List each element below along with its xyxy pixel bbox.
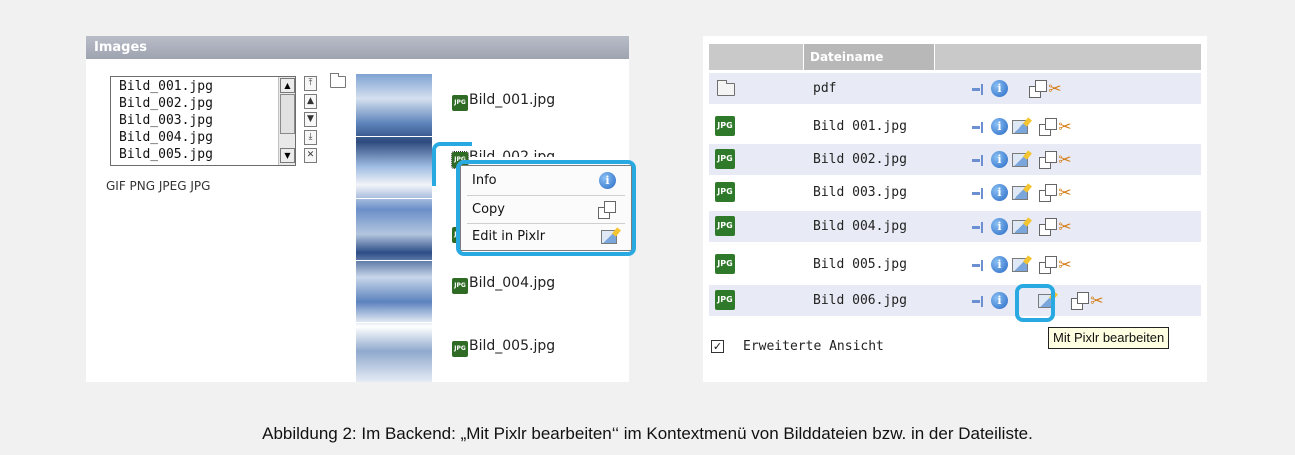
info-icon[interactable]: i: [991, 256, 1008, 273]
move-bottom-icon[interactable]: ⤓: [304, 130, 317, 145]
cut-icon[interactable]: ✂: [1047, 81, 1063, 97]
copy-icon[interactable]: [1039, 151, 1057, 169]
pixlr-edit-icon[interactable]: [1012, 220, 1028, 234]
pixlr-edit-icon[interactable]: [1012, 120, 1028, 134]
info-icon[interactable]: i: [991, 151, 1008, 168]
jpg-file-icon: JPG: [452, 95, 468, 111]
info-icon[interactable]: i: [991, 218, 1008, 235]
cut-icon[interactable]: ✂: [1057, 152, 1073, 168]
list-item[interactable]: Bild_003.jpg: [119, 113, 213, 128]
move-top-icon[interactable]: ⤒: [304, 76, 317, 91]
cut-icon[interactable]: ✂: [1057, 185, 1073, 201]
list-item[interactable]: Bild_004.jpg: [119, 130, 213, 145]
focus-highlight: [456, 160, 636, 256]
cut-icon[interactable]: ✂: [1089, 293, 1105, 309]
extended-view-checkbox[interactable]: ✓: [711, 340, 724, 353]
rename-icon[interactable]: [972, 260, 988, 271]
copy-icon[interactable]: [1039, 118, 1057, 136]
listbox-scrollbar[interactable]: ▲ ▼: [278, 77, 295, 165]
thumbnail-divider: [356, 260, 432, 261]
thumbnail-divider: [356, 198, 432, 199]
scroll-up-arrow-icon[interactable]: ▲: [280, 78, 295, 93]
copy-icon[interactable]: [1039, 184, 1057, 202]
table-row[interactable]: pdf i ✂: [709, 73, 1201, 104]
thumbnail-label[interactable]: Bild_001.jpg: [469, 92, 555, 108]
folder-icon: [717, 80, 735, 96]
rename-icon[interactable]: [972, 296, 988, 307]
copy-icon[interactable]: [1029, 80, 1047, 98]
figure-caption: Abbildung 2: Im Backend: „Mit Pixlr bear…: [262, 424, 1033, 443]
cut-icon[interactable]: ✂: [1057, 219, 1073, 235]
images-panel-header: Images: [86, 36, 629, 59]
file-name[interactable]: Bild 006.jpg: [813, 293, 907, 308]
thumbnail-divider: [356, 136, 432, 137]
info-icon[interactable]: i: [991, 292, 1008, 309]
info-icon[interactable]: i: [991, 184, 1008, 201]
rename-icon[interactable]: [972, 222, 988, 233]
info-icon[interactable]: i: [991, 118, 1008, 135]
table-row[interactable]: JPG Bild 004.jpg i ✂: [709, 211, 1201, 242]
figure-canvas: Images Bild_001.jpg Bild_002.jpg Bild_00…: [0, 0, 1295, 455]
table-row[interactable]: JPG Bild 005.jpg i ✂: [709, 249, 1201, 280]
file-name[interactable]: pdf: [813, 81, 836, 96]
table-row[interactable]: JPG Bild 002.jpg i ✂: [709, 144, 1201, 175]
table-row[interactable]: JPG Bild 006.jpg i ✂: [709, 285, 1201, 316]
file-name[interactable]: Bild 005.jpg: [813, 257, 907, 272]
thumbnail-label[interactable]: Bild_005.jpg: [469, 338, 555, 354]
pixlr-tooltip: Mit Pixlr bearbeiten: [1048, 327, 1170, 349]
copy-icon[interactable]: [1039, 256, 1057, 274]
scroll-down-arrow-icon[interactable]: ▼: [280, 148, 295, 163]
jpg-file-icon: JPG: [715, 182, 735, 202]
thumbnail-label[interactable]: Bild_004.jpg: [469, 275, 555, 291]
table-row[interactable]: JPG Bild 003.jpg i ✂: [709, 177, 1201, 208]
info-icon[interactable]: i: [991, 80, 1008, 97]
pixlr-edit-icon[interactable]: [1012, 258, 1028, 272]
file-table-header: Dateiname: [709, 44, 1201, 70]
rename-icon[interactable]: [972, 84, 988, 95]
table-row[interactable]: JPG Bild 001.jpg i ✂: [709, 111, 1201, 142]
list-item[interactable]: Bild_005.jpg: [119, 147, 213, 162]
move-up-icon[interactable]: ▲: [304, 94, 317, 109]
move-down-icon[interactable]: ▼: [304, 112, 317, 127]
thumbnail-divider: [356, 322, 432, 323]
rename-icon[interactable]: [972, 155, 988, 166]
jpg-file-icon: JPG: [715, 254, 735, 274]
file-name[interactable]: Bild 004.jpg: [813, 219, 907, 234]
scroll-thumb[interactable]: [280, 94, 295, 134]
jpg-file-icon: JPG: [452, 341, 468, 357]
browse-folder-icon[interactable]: [330, 73, 346, 88]
cut-icon[interactable]: ✂: [1057, 119, 1073, 135]
focus-highlight: [1015, 284, 1055, 322]
thumbnail-strip: [356, 74, 432, 382]
image-file-listbox[interactable]: Bild_001.jpg Bild_002.jpg Bild_003.jpg B…: [110, 76, 296, 166]
pixlr-edit-icon[interactable]: [1012, 186, 1028, 200]
file-name[interactable]: Bild 001.jpg: [813, 119, 907, 134]
jpg-file-icon: JPG: [715, 290, 735, 310]
rename-icon[interactable]: [972, 188, 988, 199]
rename-icon[interactable]: [972, 122, 988, 133]
jpg-file-icon: JPG: [715, 149, 735, 169]
remove-icon[interactable]: ✕: [304, 148, 317, 163]
cut-icon[interactable]: ✂: [1057, 257, 1073, 273]
jpg-file-icon: JPG: [715, 216, 735, 236]
column-header-filename[interactable]: Dateiname: [803, 44, 935, 70]
extended-view-label: Erweiterte Ansicht: [743, 339, 884, 354]
pixlr-edit-icon[interactable]: [1012, 153, 1028, 167]
jpg-file-icon: JPG: [715, 116, 735, 136]
list-item[interactable]: Bild_001.jpg: [119, 79, 213, 94]
list-item[interactable]: Bild_002.jpg: [119, 96, 213, 111]
copy-icon[interactable]: [1071, 292, 1089, 310]
jpg-file-icon: JPG: [452, 278, 468, 294]
file-name[interactable]: Bild 002.jpg: [813, 152, 907, 167]
copy-icon[interactable]: [1039, 218, 1057, 236]
file-name[interactable]: Bild 003.jpg: [813, 185, 907, 200]
allowed-formats-text: GIF PNG JPEG JPG: [106, 179, 211, 193]
